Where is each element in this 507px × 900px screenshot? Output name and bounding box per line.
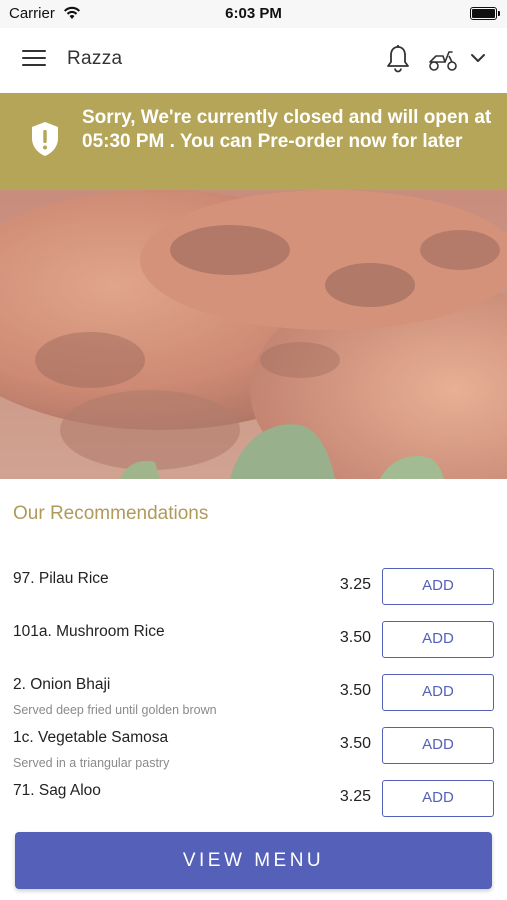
hamburger-menu-icon[interactable] — [22, 50, 46, 68]
recommendations-heading: Our Recommendations — [13, 503, 209, 524]
tandoori-chicken-photo — [0, 190, 507, 479]
list-item: 97. Pilau Rice 3.25 ADD — [0, 560, 507, 613]
list-item: 101a. Mushroom Rice 3.50 ADD — [0, 613, 507, 666]
item-name: 1c. Vegetable Samosa — [13, 729, 169, 746]
restaurant-title: Razza — [67, 48, 123, 69]
list-item: 1c. Vegetable Samosa Served in a triangu… — [0, 719, 507, 772]
status-bar: Carrier 6:03 PM — [0, 0, 507, 28]
item-price: 3.50 — [339, 629, 371, 646]
recommendations-list: 97. Pilau Rice 3.25 ADD 101a. Mushroom R… — [0, 560, 507, 825]
list-item: 71. Sag Aloo 3.25 ADD — [0, 772, 507, 825]
item-price: 3.50 — [339, 735, 371, 752]
item-price: 3.25 — [339, 576, 371, 593]
item-description: Served in a triangular pastry — [13, 756, 170, 770]
add-button[interactable]: ADD — [382, 674, 494, 711]
hero-food-image — [0, 190, 507, 479]
view-menu-button[interactable]: VIEW MENU — [15, 832, 492, 889]
add-button[interactable]: ADD — [382, 727, 494, 764]
chevron-down-icon[interactable] — [470, 52, 486, 64]
clock-time: 6:03 PM — [225, 5, 282, 22]
add-button[interactable]: ADD — [382, 568, 494, 605]
item-name: 71. Sag Aloo — [13, 782, 101, 799]
item-name: 101a. Mushroom Rice — [13, 623, 165, 640]
item-name: 97. Pilau Rice — [13, 570, 109, 587]
item-description: Served deep fried until golden brown — [13, 703, 217, 717]
item-price: 3.25 — [339, 788, 371, 805]
add-button[interactable]: ADD — [382, 621, 494, 658]
scooter-icon[interactable] — [427, 48, 459, 72]
shield-exclamation-icon — [32, 122, 58, 156]
bell-icon[interactable] — [385, 44, 411, 74]
closed-notice-banner: Sorry, We're currently closed and will o… — [0, 93, 507, 190]
closed-message: Sorry, We're currently closed and will o… — [82, 107, 492, 152]
battery-icon — [470, 7, 500, 20]
add-button[interactable]: ADD — [382, 780, 494, 817]
item-name: 2. Onion Bhaji — [13, 676, 111, 693]
list-item: 2. Onion Bhaji Served deep fried until g… — [0, 666, 507, 719]
app-bar: Razza — [0, 28, 507, 93]
item-price: 3.50 — [339, 682, 371, 699]
